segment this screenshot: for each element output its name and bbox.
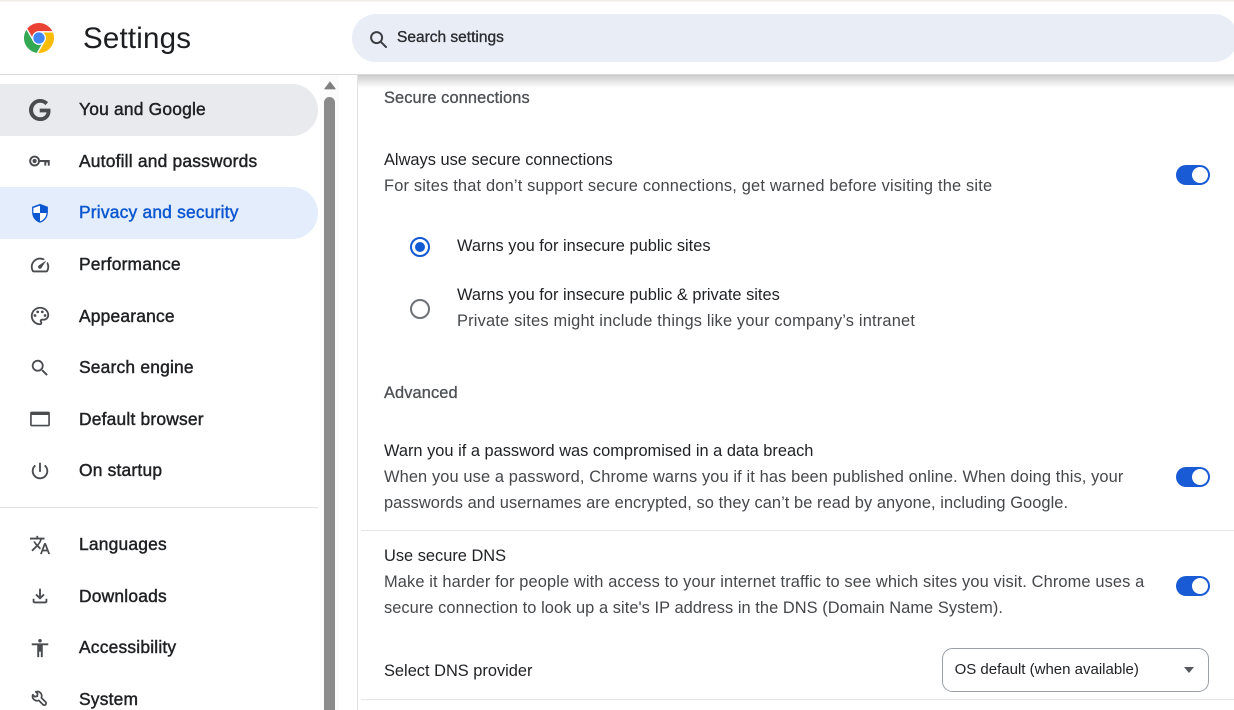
radio-warn-public-sites[interactable]	[410, 237, 430, 257]
radio-warn-public-private-sites[interactable]	[410, 299, 430, 319]
sidebar-item-accessibility[interactable]: Accessibility	[0, 622, 318, 674]
search-settings-box[interactable]: Search settings	[352, 14, 1234, 62]
speedometer-icon	[29, 254, 51, 276]
wrench-icon	[29, 688, 51, 710]
dns-provider-select[interactable]: OS default (when available)	[942, 648, 1209, 692]
dropdown-caret-icon	[1184, 667, 1194, 673]
always-secure-row: Always use secure connections For sites …	[384, 147, 992, 199]
download-icon	[29, 585, 51, 607]
chrome-settings-page: You and Google Autofill and passwords Pr…	[0, 0, 1234, 710]
page-title: Settings	[83, 22, 191, 56]
section-header-secure-connections: Secure connections	[384, 85, 530, 111]
password-breach-description-line2: passwords and usernames are encrypted, s…	[384, 490, 1124, 516]
sidebar-item-downloads[interactable]: Downloads	[0, 570, 318, 622]
shield-half-icon	[29, 202, 51, 224]
sidebar-item-you-and-google[interactable]: You and Google	[0, 84, 318, 136]
sidebar-menu: You and Google Autofill and passwords Pr…	[0, 84, 318, 710]
accessibility-person-icon	[29, 637, 51, 659]
sidebar-item-languages[interactable]: Languages	[0, 519, 318, 571]
dns-provider-value: OS default (when available)	[955, 661, 1139, 678]
sidebar-item-appearance[interactable]: Appearance	[0, 290, 318, 342]
search-icon	[368, 29, 388, 49]
sidebar-divider	[0, 507, 318, 508]
secure-dns-description: Make it harder for people with access to…	[384, 569, 1144, 621]
sidebar-item-on-startup[interactable]: On startup	[0, 445, 318, 497]
power-icon	[29, 460, 51, 482]
scrollbar-thumb[interactable]	[324, 97, 335, 710]
password-breach-title: Warn you if a password was compromised i…	[384, 438, 1124, 464]
always-secure-toggle[interactable]	[1176, 165, 1210, 185]
password-breach-description: When you use a password, Chrome warns yo…	[384, 464, 1124, 516]
section-header-advanced: Advanced	[384, 380, 458, 406]
row-separator	[361, 699, 1234, 700]
key-icon	[29, 150, 51, 172]
sidebar-item-autofill-and-passwords[interactable]: Autofill and passwords	[0, 136, 318, 188]
sidebar-item-search-engine[interactable]: Search engine	[0, 342, 318, 394]
window-top-edge	[0, 0, 1234, 2]
sidebar-scrollbar[interactable]	[320, 75, 339, 710]
radio-warn-public-private-sites-description: Private sites might include things like …	[457, 308, 915, 334]
browser-window-icon	[29, 408, 51, 430]
secure-dns-row: Use secure DNS Make it harder for people…	[384, 543, 1144, 621]
radio-warn-public-private-sites-label: Warns you for insecure public & private …	[457, 282, 915, 308]
toggle-knob	[1192, 469, 1209, 486]
radio-dot	[415, 242, 425, 252]
password-breach-description-line1: When you use a password, Chrome warns yo…	[384, 464, 1124, 490]
toggle-knob	[1192, 167, 1209, 184]
radio-warn-public-sites-row: Warns you for insecure public sites	[457, 233, 711, 259]
sidebar: You and Google Autofill and passwords Pr…	[0, 75, 358, 710]
palette-icon	[29, 305, 51, 327]
toggle-knob	[1192, 578, 1209, 595]
sidebar-item-performance[interactable]: Performance	[0, 239, 318, 291]
secure-dns-description-line1: Make it harder for people with access to…	[384, 569, 1144, 595]
search-placeholder: Search settings	[397, 29, 504, 47]
password-breach-toggle[interactable]	[1176, 467, 1210, 487]
password-breach-row: Warn you if a password was compromised i…	[384, 438, 1124, 516]
radio-warn-public-private-sites-row: Warns you for insecure public & private …	[457, 282, 915, 334]
toolbar: Settings Search settings	[0, 0, 1234, 75]
secure-dns-title: Use secure DNS	[384, 543, 1144, 569]
secure-dns-description-line2: secure connection to look up a site's IP…	[384, 595, 1144, 621]
row-separator	[361, 530, 1234, 531]
chrome-logo	[24, 23, 54, 53]
magnifier-icon	[29, 357, 51, 379]
dns-provider-row: Select DNS provider	[384, 658, 532, 684]
dns-provider-label: Select DNS provider	[384, 658, 532, 684]
radio-warn-public-sites-label: Warns you for insecure public sites	[457, 233, 711, 259]
sidebar-item-system[interactable]: System	[0, 674, 318, 710]
secure-dns-toggle[interactable]	[1176, 576, 1210, 596]
always-secure-description: For sites that don’t support secure conn…	[384, 173, 992, 199]
sidebar-item-default-browser[interactable]: Default browser	[0, 394, 318, 446]
google-g-icon	[29, 99, 51, 121]
scrollbar-up-arrow-icon[interactable]	[323, 80, 337, 90]
settings-content: Secure connections Always use secure con…	[358, 75, 1234, 710]
translate-icon	[29, 534, 51, 556]
always-secure-title: Always use secure connections	[384, 147, 992, 173]
sidebar-item-privacy-and-security[interactable]: Privacy and security	[0, 187, 318, 239]
